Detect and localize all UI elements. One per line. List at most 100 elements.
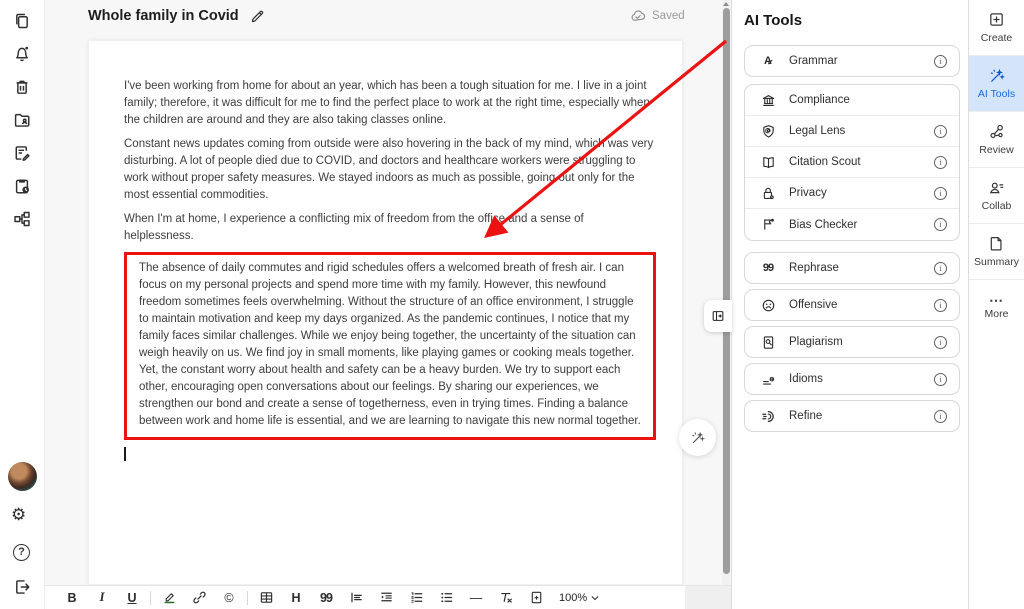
tool-label: Offensive	[789, 299, 922, 311]
tool-label: Grammar	[789, 55, 922, 67]
tool-card-offensive[interactable]: Offensive	[744, 289, 960, 321]
shared-folder-icon[interactable]	[13, 111, 31, 129]
settings-icon[interactable]: ⚙	[11, 506, 26, 523]
clear-format-button[interactable]	[491, 588, 521, 608]
rail-label: More	[985, 308, 1009, 320]
rail-label: Summary	[974, 256, 1019, 268]
refine-icon	[759, 408, 777, 424]
tool-label: Plagiarism	[789, 336, 922, 348]
scrollbar-thumb[interactable]	[723, 8, 730, 574]
link-button[interactable]	[184, 588, 214, 608]
tool-card-rephrase[interactable]: Rephrase	[744, 252, 960, 284]
magic-wand-icon	[690, 430, 705, 445]
tool-rephrase[interactable]: Rephrase	[745, 253, 959, 283]
privacy-icon	[759, 185, 777, 201]
tool-offensive[interactable]: Offensive	[745, 290, 959, 320]
rail-item-review[interactable]: Review	[969, 112, 1024, 168]
copyright-button[interactable]: ©	[214, 588, 244, 608]
tool-bias-checker[interactable]: Bias Checker	[745, 209, 959, 240]
logout-icon[interactable]	[13, 578, 31, 596]
rail-item-collab[interactable]: Collab	[969, 168, 1024, 224]
table-button[interactable]	[251, 588, 281, 608]
cloud-saved-icon	[630, 8, 646, 24]
rail-label: Create	[981, 32, 1013, 44]
info-icon[interactable]	[934, 373, 947, 386]
tool-plagiarism[interactable]: Plagiarism	[745, 327, 959, 357]
info-icon[interactable]	[934, 336, 947, 349]
tool-card-legal-group: Compliance Legal Lens Citation Scout Pri…	[744, 84, 960, 241]
tool-card-grammar[interactable]: Grammar	[744, 45, 960, 77]
toolbar-divider	[150, 591, 151, 605]
trash-icon[interactable]	[13, 78, 31, 96]
documents-icon[interactable]	[13, 12, 31, 30]
draft-edit-icon[interactable]	[13, 144, 31, 162]
tool-label: Compliance	[789, 94, 947, 106]
horizontal-rule-button[interactable]: —	[461, 588, 491, 608]
rail-label: Review	[979, 144, 1013, 156]
highlight-button[interactable]	[154, 588, 184, 608]
document-title: Whole family in Covid	[88, 8, 239, 24]
indent-button[interactable]	[371, 588, 401, 608]
sitemap-icon[interactable]	[13, 210, 31, 228]
rail-item-create[interactable]: Create	[969, 0, 1024, 56]
tool-citation-scout[interactable]: Citation Scout	[745, 147, 959, 178]
ai-tools-panel: AI Tools Grammar Compliance Legal Lens	[731, 0, 968, 609]
help-icon[interactable]: ?	[13, 544, 30, 561]
more-icon: ⋯	[989, 296, 1004, 304]
paragraph: I've been working from home for about an…	[124, 78, 656, 129]
document-text: I've been working from home for about an…	[124, 78, 656, 461]
tool-idioms[interactable]: Idioms	[745, 364, 959, 394]
info-icon[interactable]	[934, 125, 947, 138]
info-icon[interactable]	[934, 299, 947, 312]
offensive-icon	[759, 297, 777, 313]
bullet-list-button[interactable]	[431, 588, 461, 608]
tool-card-plagiarism[interactable]: Plagiarism	[744, 326, 960, 358]
rail-item-more[interactable]: ⋯ More	[969, 280, 1024, 336]
notifications-icon[interactable]	[13, 45, 31, 63]
collapse-panel-button[interactable]	[704, 300, 732, 332]
info-icon[interactable]	[934, 218, 947, 231]
clipboard-history-icon[interactable]	[13, 177, 31, 195]
heading-button[interactable]: H	[281, 588, 311, 608]
edit-title-icon[interactable]	[250, 9, 265, 24]
scroll-up-arrow[interactable]	[723, 2, 729, 6]
avatar[interactable]	[8, 462, 37, 491]
tool-privacy[interactable]: Privacy	[745, 178, 959, 209]
rail-item-ai-tools[interactable]: AI Tools	[969, 56, 1024, 112]
collab-icon	[988, 179, 1005, 196]
info-icon[interactable]	[934, 156, 947, 169]
info-icon[interactable]	[934, 410, 947, 423]
citation-scout-icon	[759, 154, 777, 170]
tool-label: Legal Lens	[789, 125, 922, 137]
tool-label: Privacy	[789, 187, 922, 199]
italic-button[interactable]: I	[87, 588, 117, 608]
rail-label: AI Tools	[978, 88, 1015, 100]
tool-label: Rephrase	[789, 262, 922, 274]
tool-card-idioms[interactable]: Idioms	[744, 363, 960, 395]
zoom-control[interactable]: 100%	[559, 592, 600, 604]
blockquote-button[interactable]: 99	[311, 588, 341, 608]
review-icon	[988, 123, 1005, 140]
tool-grammar[interactable]: Grammar	[745, 46, 959, 76]
panel-right-icon	[711, 309, 725, 323]
info-icon[interactable]	[934, 187, 947, 200]
bold-button[interactable]: B	[57, 588, 87, 608]
ordered-list-button[interactable]	[401, 588, 431, 608]
info-icon[interactable]	[934, 262, 947, 275]
document-page[interactable]: I've been working from home for about an…	[88, 40, 683, 585]
page-insert-button[interactable]	[521, 588, 551, 608]
info-icon[interactable]	[934, 55, 947, 68]
editor-workspace: Whole family in Covid Saved I've been wo…	[45, 0, 731, 609]
rail-item-summary[interactable]: Summary	[969, 224, 1024, 280]
grammar-icon	[759, 53, 777, 69]
tool-compliance[interactable]: Compliance	[745, 85, 959, 116]
align-left-button[interactable]	[341, 588, 371, 608]
tool-refine[interactable]: Refine	[745, 401, 959, 431]
tool-legal-lens[interactable]: Legal Lens	[745, 116, 959, 147]
tool-card-refine[interactable]: Refine	[744, 400, 960, 432]
feature-rail: Create AI Tools Review Collab Summary ⋯ …	[968, 0, 1024, 609]
formatting-toolbar: B I U © H 99 —	[45, 585, 685, 609]
underline-button[interactable]: U	[117, 588, 147, 608]
ai-assistant-button[interactable]	[679, 419, 716, 456]
ai-panel-title: AI Tools	[744, 12, 802, 29]
